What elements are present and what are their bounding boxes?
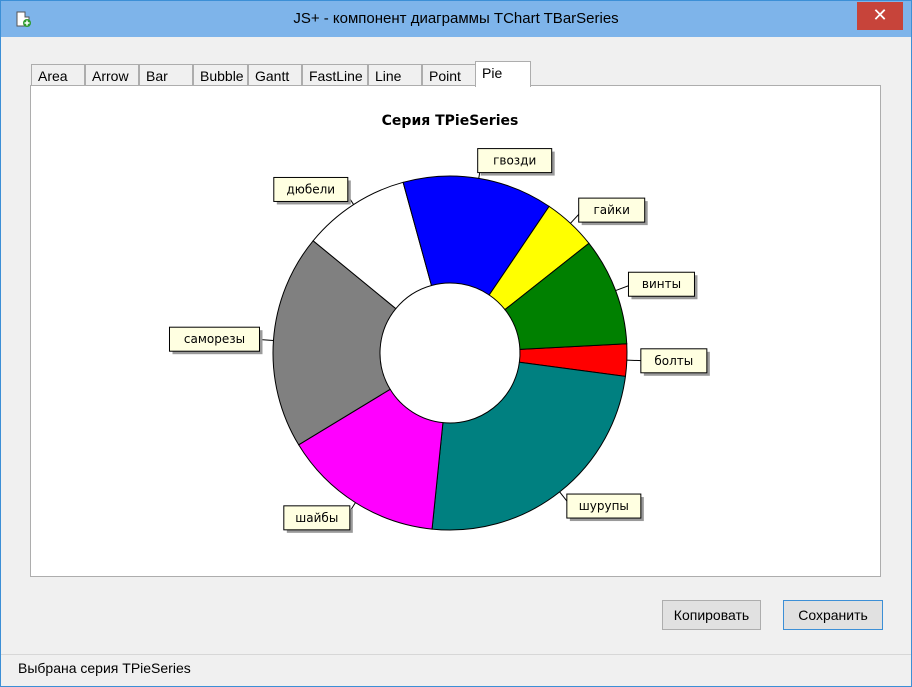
slice-label-1: шурупы (579, 499, 629, 513)
status-text: Выбрана серия TPieSeries (18, 660, 191, 676)
chart-panel: Серия TPieSeries болты шурупы шайбы саморез… (30, 85, 881, 577)
slice-label-5: гвозди (493, 154, 536, 168)
slice-label-4: дюбели (286, 182, 335, 196)
slice-label-6: гайки (593, 203, 630, 217)
title-bar[interactable]: JS+ - компонент диаграммы TChart TBarSer… (1, 1, 911, 37)
tab-point[interactable]: Point (422, 64, 476, 86)
pie-chart: Серия TPieSeries болты шурупы шайбы саморез… (168, 113, 710, 533)
close-button[interactable]: ✕ (857, 2, 903, 30)
copy-button[interactable]: Копировать (662, 600, 761, 630)
tab-bubble[interactable]: Bubble (193, 64, 248, 86)
slice-label-7: винты (642, 277, 681, 291)
tab-arrow[interactable]: Arrow (85, 64, 139, 86)
status-bar: Выбрана серия TPieSeries (1, 654, 911, 687)
window-title: JS+ - компонент диаграммы TChart TBarSer… (293, 10, 619, 27)
slice-label-3: саморезы (184, 332, 245, 346)
tab-gantt[interactable]: Gantt (248, 64, 302, 86)
tab-line[interactable]: Line (368, 64, 422, 86)
app-window: JS+ - компонент диаграммы TChart TBarSer… (0, 0, 912, 687)
slice-label-0: болты (654, 354, 693, 368)
slice-label-2: шайбы (295, 511, 338, 525)
save-button[interactable]: Сохранить (783, 600, 883, 630)
chart-title: Серия TPieSeries (382, 113, 519, 129)
tab-area[interactable]: Area (31, 64, 85, 86)
tab-pie[interactable]: Pie (475, 61, 531, 87)
tab-bar[interactable]: Bar (139, 64, 193, 86)
tab-fastline[interactable]: FastLine (302, 64, 368, 86)
